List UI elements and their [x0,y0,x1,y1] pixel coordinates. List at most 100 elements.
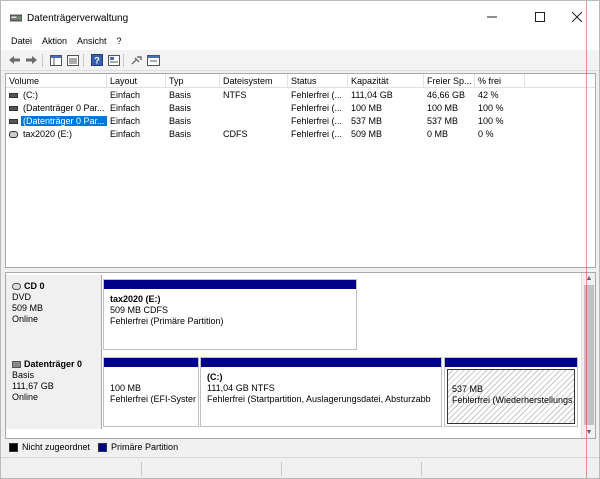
hard-disk-icon [12,361,21,368]
cell-status: Fehlerfrei (... [291,129,343,139]
cell-percent-free: 100 % [478,116,504,126]
disk-management-window: Datenträgerverwaltung Datei Aktion Ansic… [0,0,600,479]
legend-label: Primäre Partition [111,442,179,452]
settings-window-icon [147,54,160,66]
vertical-scrollbar[interactable]: ▲ ▼ [581,273,595,438]
cd-drive-icon [12,283,21,290]
disk-label-cd0[interactable]: CD 0 DVD 509 MB Online [6,275,102,354]
window-title: Datenträgerverwaltung [27,13,129,24]
column-header-layout[interactable]: Layout [107,74,166,88]
menu-help[interactable]: ? [112,34,127,49]
partition-title [452,373,570,384]
column-header-filesystem[interactable]: Dateisystem [220,74,288,88]
cell-percent-free: 100 % [478,103,504,113]
legend: Nicht zugeordnet Primäre Partition [5,439,596,455]
cell-layout: Einfach [110,103,141,113]
toolbar-separator [83,54,84,67]
show-hide-tree-button[interactable] [48,53,63,67]
close-button[interactable] [554,1,599,33]
disk-icon [9,106,18,112]
primary-partition-bar [104,280,356,289]
toolbar-separator [42,54,43,67]
cell-type: Basis [169,116,192,126]
cd-drive-icon [9,131,18,139]
cell-filesystem: CDFS [223,129,248,139]
cell-filesystem [220,102,288,115]
partition-status: Fehlerfrei (Startpartition, Auslagerungs… [207,394,431,404]
primary-partition-bar [445,358,577,367]
disk-label-disk0[interactable]: Datenträger 0 Basis 111,67 GB Online [6,353,102,429]
cell-volume: (Datenträger 0 Par... [6,115,107,128]
partition-body: tax2020 (E:) 509 MB CDFS Fehlerfrei (Pri… [106,291,354,347]
minimize-button[interactable] [469,1,514,33]
partition-efi[interactable]: 100 MB Fehlerfrei (EFI-Systen [103,357,199,427]
table-row[interactable]: tax2020 (E:) Einfach Basis CDFS Fehlerfr… [6,128,595,141]
primary-partition-bar [201,358,441,367]
status-segment [421,462,422,476]
svg-text:?: ? [94,56,100,66]
column-header-type[interactable]: Typ [166,74,220,88]
disk-size: 111,67 GB [12,381,54,391]
properties-button[interactable] [106,53,121,67]
cell-status: Fehlerfrei (... [291,103,343,113]
disk-type: DVD [12,292,32,302]
status-bar [1,457,599,478]
partition-size: 537 MB [452,384,484,394]
partition-body-selected: 537 MB Fehlerfrei (Wiederherstellungs [447,369,575,424]
disk-name: CD 0 [24,281,45,291]
column-header-status[interactable]: Status [288,74,348,88]
disk-icon [9,93,18,99]
legend-item-primary: Primäre Partition [98,442,178,452]
cell-capacity: 509 MB [351,129,383,139]
forward-button[interactable] [24,53,39,67]
cell-percent-free: 42 % [478,90,499,100]
scroll-down-arrow-icon[interactable]: ▼ [582,427,595,438]
partition-size: 100 MB [110,383,142,393]
connect-button[interactable] [129,53,144,67]
cell-filesystem: NTFS [223,90,247,100]
cell-layout: Einfach [110,90,141,100]
partition-body: 100 MB Fehlerfrei (EFI-Systen [106,369,196,424]
cell-status: Fehlerfrei (... [291,116,343,126]
scroll-up-arrow-icon[interactable]: ▲ [582,273,595,284]
settings-button[interactable] [146,53,161,67]
cell-free-space: 46,66 GB [427,90,466,100]
cell-volume: (C:) [6,89,107,102]
column-header-free-space[interactable]: Freier Sp... [424,74,475,88]
cell-filesystem [220,115,288,128]
toolbar-separator [123,54,124,67]
back-button[interactable] [7,53,22,67]
partition-title: tax2020 (E:) [110,294,161,304]
list-view-icon [66,54,79,66]
cell-capacity: 111,04 GB [351,90,393,100]
partition-title [110,372,192,383]
list-view-button[interactable] [65,53,80,67]
help-button[interactable]: ? [89,53,104,67]
minimize-icon [486,16,497,18]
cell-type: Basis [169,103,192,113]
legend-item-unallocated: Nicht zugeordnet [9,442,90,452]
cell-free-space: 0 MB [427,129,449,139]
cell-free-space: 537 MB [427,116,459,126]
table-row[interactable]: (Datenträger 0 Par... Einfach Basis Fehl… [6,102,595,115]
table-row[interactable]: (C:) Einfach Basis NTFS Fehlerfrei (... … [6,89,595,102]
connect-icon [131,55,142,64]
menu-aktion[interactable]: Aktion [37,34,72,49]
partition-size: 509 MB CDFS [110,305,169,315]
partition-cd0-e[interactable]: tax2020 (E:) 509 MB CDFS Fehlerfrei (Pri… [103,279,357,350]
column-header-volume[interactable]: Volume [6,74,107,88]
table-row-selected[interactable]: (Datenträger 0 Par... Einfach Basis Fehl… [6,115,595,128]
cell-type: Basis [169,90,192,100]
cell-type: Basis [169,129,192,139]
status-segment [281,462,282,476]
menu-datei[interactable]: Datei [6,34,37,49]
column-header-capacity[interactable]: Kapazität [348,74,424,88]
partition-recovery-selected[interactable]: 537 MB Fehlerfrei (Wiederherstellungs [444,357,578,427]
forward-arrow-icon [26,56,37,64]
disk-layout-pane: CD 0 DVD 509 MB Online tax2020 (E:) 509 … [5,272,596,439]
partition-c[interactable]: (C:) 111,04 GB NTFS Fehlerfrei (Startpar… [200,357,442,427]
column-header-percent-free[interactable]: % frei [475,74,525,88]
cell-status: Fehlerfrei (... [291,90,343,100]
cell-capacity: 537 MB [351,116,383,126]
menu-ansicht[interactable]: Ansicht [72,34,112,49]
